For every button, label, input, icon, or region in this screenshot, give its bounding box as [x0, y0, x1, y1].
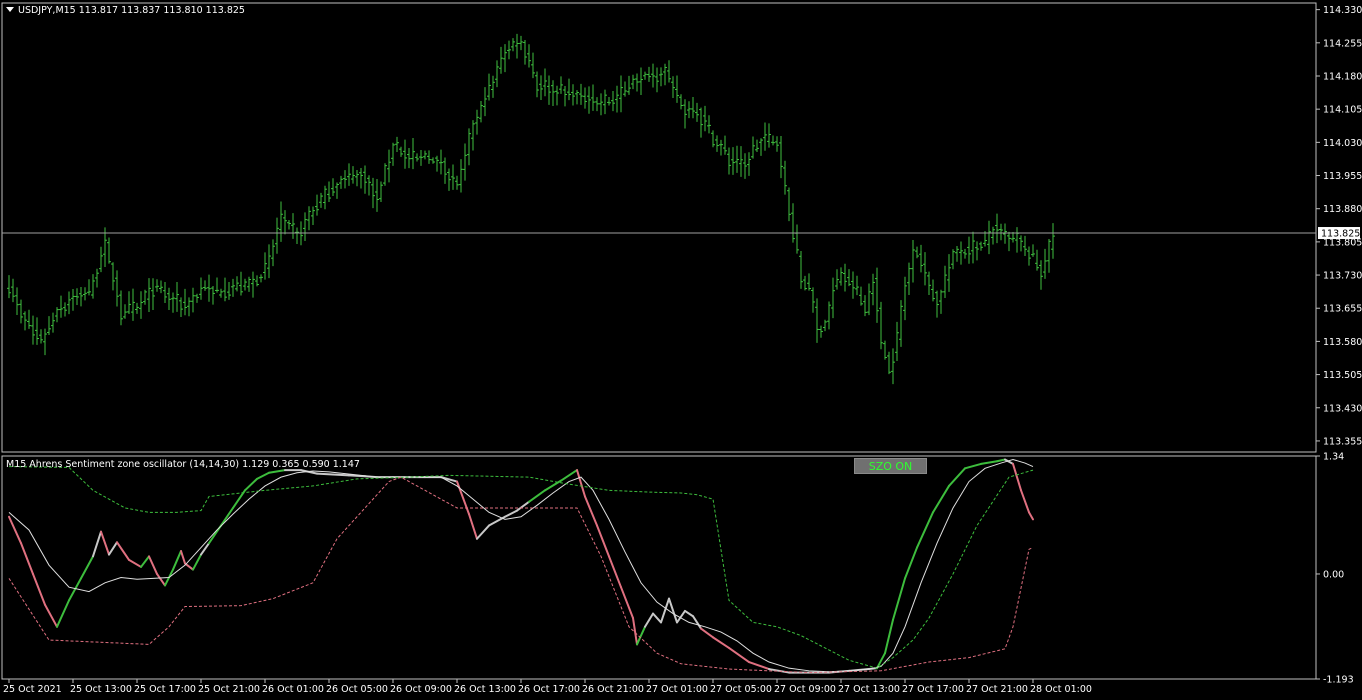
oscillator-title: M15 Ahrens Sentiment zone oscillator (14… [6, 459, 360, 470]
time-tick-label: 26 Oct 17:00 [518, 684, 580, 695]
time-tick-label: 26 Oct 21:00 [582, 684, 644, 695]
time-tick-label: 27 Oct 05:00 [710, 684, 772, 695]
osc-tick-label: 1.34 [1323, 452, 1344, 463]
time-tick-label: 27 Oct 09:00 [774, 684, 836, 695]
dropdown-triangle-icon[interactable] [6, 7, 14, 12]
price-tick-label: 113.430 [1323, 403, 1362, 414]
price-tick-label: 113.955 [1323, 171, 1362, 182]
time-tick-label: 25 Oct 21:00 [198, 684, 260, 695]
price-tick-label: 114.030 [1323, 138, 1362, 149]
chart-canvas: 114.330 114.255 114.180 114.105 114.030 113.9… [0, 0, 1362, 700]
time-tick-label: 25 Oct 13:00 [70, 684, 132, 695]
ohlc-readout: 113.817 113.837 113.810 113.825 [78, 5, 245, 16]
osc-tick-label: -1.193 [1323, 675, 1354, 686]
price-label: 113.825 [1321, 229, 1360, 240]
price-tick-label: 113.880 [1323, 204, 1362, 215]
price-tick-label: 113.355 [1323, 436, 1362, 447]
price-tick-label: 114.105 [1323, 105, 1362, 116]
symbol-title: USDJPY,M15 [18, 5, 76, 16]
time-tick-label: 27 Oct 17:00 [902, 684, 964, 695]
price-tick-label: 113.655 [1323, 304, 1362, 315]
time-tick-label: 25 Oct 2021 [3, 684, 62, 695]
time-tick-label: 27 Oct 01:00 [646, 684, 708, 695]
price-tick-label: 114.255 [1323, 38, 1362, 49]
time-tick-label: 27 Oct 13:00 [838, 684, 900, 695]
time-tick-label: 28 Oct 01:00 [1030, 684, 1092, 695]
price-tick-label: 113.505 [1323, 370, 1362, 381]
price-tick-label: 113.730 [1323, 271, 1362, 282]
szo-segment [332, 473, 350, 477]
time-tick-label: 26 Oct 05:00 [326, 684, 388, 695]
time-tick-label: 25 Oct 17:00 [134, 684, 196, 695]
price-tick-label: 114.330 [1323, 5, 1362, 16]
price-tick-label: 113.580 [1323, 337, 1362, 348]
price-tick-label: 114.180 [1323, 71, 1362, 82]
osc-tick-label: 0.00 [1323, 569, 1344, 580]
szo-toggle-button[interactable]: SZO ON [854, 458, 927, 474]
time-tick-label: 26 Oct 13:00 [454, 684, 516, 695]
main-chart-title[interactable]: USDJPY,M15 113.817 113.837 113.810 113.8… [6, 5, 245, 16]
time-tick-label: 27 Oct 21:00 [966, 684, 1028, 695]
time-tick-label: 26 Oct 09:00 [390, 684, 452, 695]
szo-segment [316, 472, 334, 476]
time-tick-label: 26 Oct 01:00 [262, 684, 324, 695]
